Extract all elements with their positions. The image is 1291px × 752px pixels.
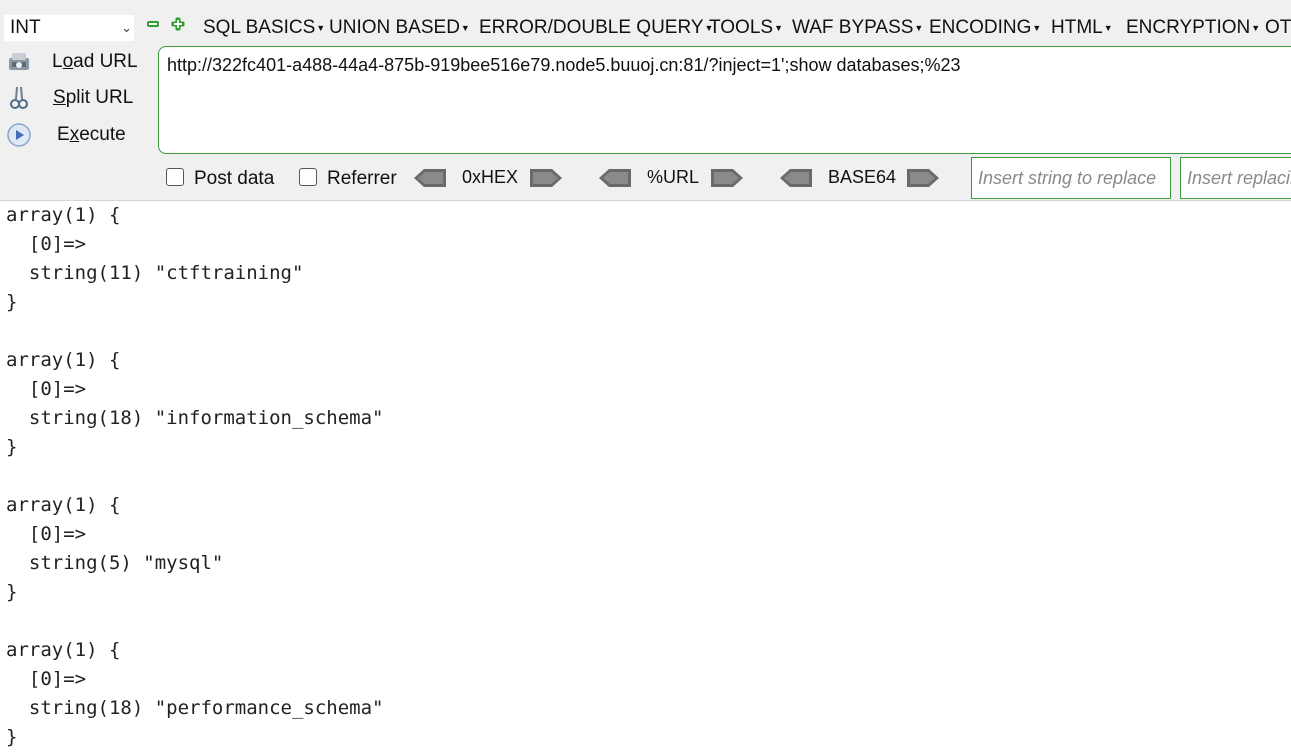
execute-button[interactable]: Execute xyxy=(0,118,150,152)
array-close: } xyxy=(6,291,18,313)
url-input[interactable]: http://322fc401-a488-44a4-875b-919bee516… xyxy=(158,46,1291,154)
hex-encode-arrow-icon[interactable] xyxy=(528,166,564,190)
play-icon xyxy=(7,123,31,147)
result-block: array(1) { [0]=> string(18) "information… xyxy=(6,346,1286,462)
split-url-button[interactable]: Split URL xyxy=(0,81,150,115)
hex-label: 0xHEX xyxy=(462,167,519,187)
array-close: } xyxy=(6,581,18,603)
url-label: %URL xyxy=(647,167,700,187)
array-open: array(1) { xyxy=(6,204,121,226)
menu-sql-basics[interactable]: SQL BASICS▼ xyxy=(203,15,325,41)
chevron-down-icon: ⌄ xyxy=(121,20,132,35)
scissors-icon xyxy=(10,86,28,109)
array-index: [0]=> xyxy=(6,233,87,255)
referrer-checkbox[interactable] xyxy=(299,168,317,186)
hex-decode-arrow-icon[interactable] xyxy=(412,166,448,190)
url-encode-arrow-icon[interactable] xyxy=(709,166,745,190)
array-value: string(11) "ctftraining" xyxy=(6,262,304,284)
load-url-button[interactable]: Load URL xyxy=(0,45,150,79)
array-open: array(1) { xyxy=(6,349,121,371)
array-index: [0]=> xyxy=(6,378,87,400)
referrer-label: Referrer xyxy=(327,168,397,189)
menu-encoding[interactable]: ENCODING▼ xyxy=(929,15,1041,41)
array-index: [0]=> xyxy=(6,523,87,545)
base64-decode-arrow-icon[interactable] xyxy=(778,166,814,190)
menu-row: INT ⌄ SQL BASICS▼ UNION BASED▼ ERROR/DOU… xyxy=(0,11,1291,45)
array-close: } xyxy=(6,726,18,748)
menu-html[interactable]: HTML▼ xyxy=(1051,15,1113,41)
array-value: string(18) "performance_schema" xyxy=(6,697,384,719)
load-url-icon xyxy=(9,53,29,70)
menu-encryption[interactable]: ENCRYPTION▼ xyxy=(1126,15,1260,41)
replace-string-input[interactable]: Insert string to replace xyxy=(971,157,1171,199)
minus-icon[interactable] xyxy=(146,17,160,31)
menu-tools[interactable]: TOOLS▼ xyxy=(709,15,783,41)
menu-waf-bypass[interactable]: WAF BYPASS▼ xyxy=(792,15,923,41)
array-open: array(1) { xyxy=(6,494,121,516)
replacing-string-input[interactable]: Insert replacing string xyxy=(1180,157,1291,199)
url-decode-arrow-icon[interactable] xyxy=(597,166,633,190)
url-input-value: http://322fc401-a488-44a4-875b-919bee516… xyxy=(167,55,961,75)
menu-error-double-query[interactable]: ERROR/DOUBLE QUERY▼ xyxy=(479,15,713,41)
result-block: array(1) { [0]=> string(18) "performance… xyxy=(6,636,1286,752)
result-block: array(1) { [0]=> string(5) "mysql" } xyxy=(6,491,1286,607)
array-close: } xyxy=(6,436,18,458)
type-select[interactable]: INT ⌄ xyxy=(4,15,134,41)
base64-label: BASE64 xyxy=(828,167,897,187)
menu-union-based[interactable]: UNION BASED▼ xyxy=(329,15,470,41)
plus-icon[interactable] xyxy=(171,17,185,31)
post-data-label: Post data xyxy=(194,168,275,189)
array-index: [0]=> xyxy=(6,668,87,690)
base64-encode-arrow-icon[interactable] xyxy=(905,166,941,190)
type-select-value: INT xyxy=(10,17,41,38)
menu-other[interactable]: OT xyxy=(1265,15,1291,41)
post-data-checkbox[interactable] xyxy=(166,168,184,186)
array-value: string(5) "mysql" xyxy=(6,552,224,574)
hackbar-toolbar: INT ⌄ SQL BASICS▼ UNION BASED▼ ERROR/DOU… xyxy=(0,0,1291,201)
result-block: array(1) { [0]=> string(11) "ctftraining… xyxy=(6,201,1286,317)
page-output: array(1) { [0]=> string(11) "ctftraining… xyxy=(6,201,1286,752)
array-open: array(1) { xyxy=(6,639,121,661)
array-value: string(18) "information_schema" xyxy=(6,407,384,429)
